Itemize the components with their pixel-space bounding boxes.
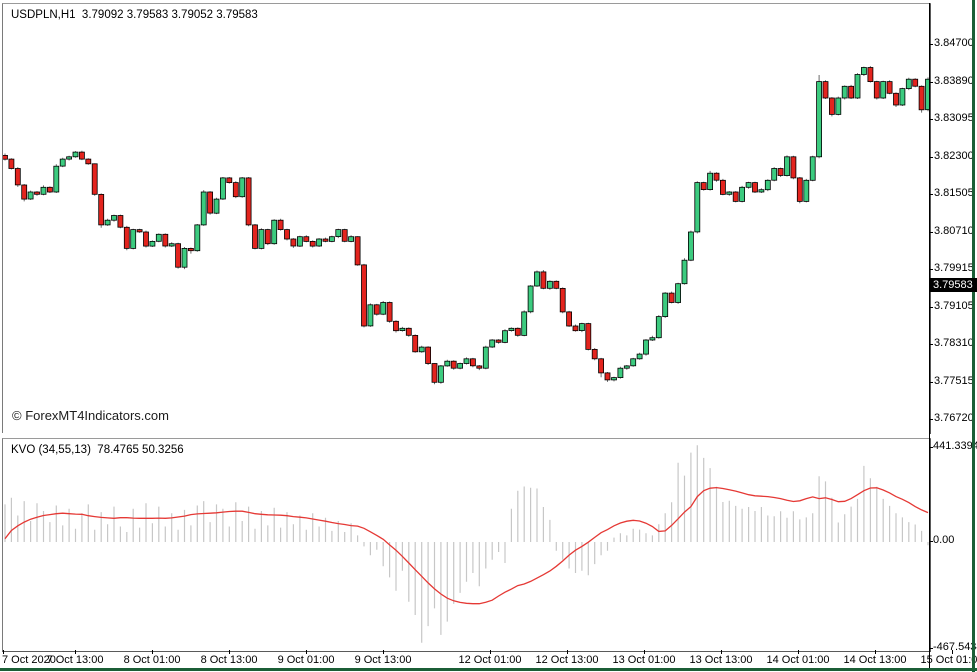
price-axis-label: 3.83890 xyxy=(934,75,974,87)
kvo-canvas[interactable] xyxy=(3,439,930,649)
window-border-right xyxy=(972,0,975,672)
price-axis-tick xyxy=(929,232,933,233)
time-axis-label: 8 Oct 01:00 xyxy=(124,654,181,666)
time-axis-label: 12 Oct 01:00 xyxy=(459,654,522,666)
price-axis-label: 3.79915 xyxy=(934,262,974,274)
candlestick-canvas[interactable] xyxy=(3,4,930,433)
time-axis-label: 9 Oct 13:00 xyxy=(355,654,412,666)
price-axis-tick xyxy=(929,119,933,120)
price-axis-tick xyxy=(929,194,933,195)
mt4-chart-window: { "window": { "title": "USDPLN,H1 3.7909… xyxy=(0,0,977,672)
candle-bodies xyxy=(3,68,930,383)
price-axis-tick xyxy=(929,382,933,383)
time-axis-label: 14 Oct 13:00 xyxy=(844,654,907,666)
price-axis-label: 3.83095 xyxy=(934,112,974,124)
candle-wicks xyxy=(5,66,928,384)
price-axis-tick xyxy=(929,44,933,45)
time-axis-label: 14 Oct 01:00 xyxy=(767,654,830,666)
price-axis-label: 3.84700 xyxy=(934,37,974,49)
price-axis-tick xyxy=(929,307,933,308)
kvo-histogram xyxy=(5,445,928,642)
price-axis-label: 3.76720 xyxy=(934,412,974,424)
price-axis-line xyxy=(929,3,930,668)
price-axis-tick xyxy=(929,344,933,345)
kvo-axis-label: 441.3394 xyxy=(933,440,977,452)
price-axis-label: 3.79105 xyxy=(934,300,974,312)
kvo-title: KVO (34,55,13) 78.4765 50.3256 xyxy=(11,444,184,456)
price-axis-label: 3.77515 xyxy=(934,375,974,387)
price-axis-tick xyxy=(929,269,933,270)
window-border-bottom xyxy=(0,668,977,671)
time-axis-label: 13 Oct 01:00 xyxy=(613,654,676,666)
time-axis-label: 15 Oct 01:00 xyxy=(921,654,977,666)
price-axis-tick xyxy=(929,82,933,83)
time-axis-label: 9 Oct 01:00 xyxy=(278,654,335,666)
kvo-axis-label: -467.5434 xyxy=(933,641,977,653)
price-axis-label: 3.78310 xyxy=(934,337,974,349)
price-axis-label: 3.80710 xyxy=(934,225,974,237)
price-axis-label: 3.81505 xyxy=(934,187,974,199)
price-axis-tick xyxy=(929,157,933,158)
main-chart-panel[interactable]: USDPLN,H1 3.79092 3.79583 3.79052 3.7958… xyxy=(2,3,931,434)
chart-title-ohlc: USDPLN,H1 3.79092 3.79583 3.79052 3.7958… xyxy=(11,9,258,21)
time-axis-label: 8 Oct 13:00 xyxy=(201,654,258,666)
kvo-indicator-panel[interactable]: KVO (34,55,13) 78.4765 50.3256 xyxy=(2,438,931,652)
time-axis-label: 7 Oct 13:00 xyxy=(47,654,104,666)
time-axis-label: 12 Oct 13:00 xyxy=(536,654,599,666)
current-price-badge: 3.79583 xyxy=(930,278,977,292)
time-axis-label: 13 Oct 13:00 xyxy=(690,654,753,666)
watermark-text: © ForexMT4Indicators.com xyxy=(12,408,169,423)
price-axis-tick xyxy=(929,419,933,420)
price-axis-label: 3.82300 xyxy=(934,150,974,162)
kvo-axis-label: 0.00 xyxy=(933,534,954,546)
